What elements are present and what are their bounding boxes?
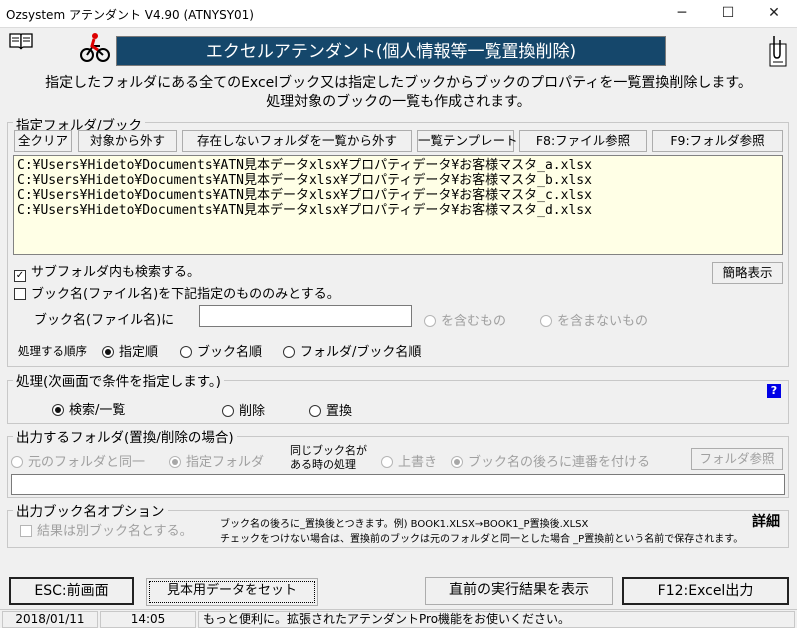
- bookname-only-checkbox[interactable]: ブック名(ファイル名)を下記指定のもののみとする。: [14, 283, 340, 302]
- folder-reference-button[interactable]: フォルダ参照: [691, 448, 783, 470]
- process-search-radio[interactable]: 検索/一覧: [52, 399, 125, 418]
- overwrite-label: 上書き: [398, 455, 438, 470]
- radio-circle: [222, 405, 234, 417]
- subfolder-checkbox[interactable]: ✓ サブフォルダ内も検索する。: [14, 261, 200, 282]
- f9-folder-reference-button[interactable]: F9:フォルダ参照: [652, 130, 783, 152]
- bookname-field-label: ブック名(ファイル名)に: [34, 313, 175, 328]
- sample-data-button[interactable]: 見本用データをセット: [146, 578, 318, 606]
- status-bar: 2018/01/11 14:05 もっと便利に。拡張されたアテンダントPro機能…: [0, 609, 797, 628]
- paperclip-icon[interactable]: [764, 34, 790, 70]
- radio-circle: [169, 456, 181, 468]
- order-option-label: 指定順: [119, 345, 159, 360]
- process-delete-radio[interactable]: 削除: [222, 400, 265, 419]
- radio-circle: [102, 346, 114, 358]
- radio-circle: [424, 315, 436, 327]
- book-icon[interactable]: [8, 31, 34, 51]
- radio-circle: [451, 456, 463, 468]
- bookname-only-label: ブック名(ファイル名)を下記指定のもののみとする。: [31, 287, 340, 302]
- radio-circle: [180, 346, 192, 358]
- bookname-note-1: ブック名の後ろに_置換後とつきます。例) BOOK1.XLSX→BOOK1_P置…: [220, 519, 589, 530]
- list-template-button[interactable]: 一覧テンプレート: [417, 130, 518, 152]
- suffix-radio[interactable]: ブック名の後ろに連番を付ける: [451, 451, 650, 470]
- order-option-label: フォルダ/ブック名順: [300, 345, 422, 360]
- subfolder-label: サブフォルダ内も検索する。: [31, 265, 201, 280]
- order-label: 処理する順序: [18, 344, 87, 358]
- list-item[interactable]: C:¥Users¥Hideto¥Documents¥ATN見本データxlsx¥プ…: [17, 158, 779, 173]
- status-message: もっと便利に。拡張されたアテンダントPro機能をお使いください。: [198, 611, 795, 628]
- same-name-line: 同じブック名が: [290, 444, 367, 457]
- status-date: 2018/01/11: [2, 611, 98, 628]
- same-name-label: 同じブック名が ある時の処理: [290, 444, 367, 472]
- f8-file-reference-button[interactable]: F8:ファイル参照: [519, 130, 647, 152]
- output-folder-input[interactable]: [11, 474, 785, 495]
- same-name-line: ある時の処理: [290, 458, 356, 471]
- bicycle-rider-icon: [80, 33, 110, 62]
- esc-previous-button[interactable]: ESC:前画面: [9, 577, 134, 605]
- window-title: Ozsystem アテンダント V4.90 (ATNYSY01): [6, 8, 254, 22]
- checkbox-box: [20, 525, 32, 537]
- simple-view-button[interactable]: 簡略表示: [712, 262, 783, 284]
- overwrite-radio[interactable]: 上書き: [381, 451, 437, 470]
- bookname-input[interactable]: [199, 305, 412, 327]
- order-specified-radio[interactable]: 指定順: [102, 341, 158, 360]
- specified-folder-label: 指定フォルダ: [186, 455, 265, 470]
- remove-missing-folders-button[interactable]: 存在しないフォルダを一覧から外す: [182, 130, 412, 152]
- bookname-option-legend: 出力ブック名オプション: [13, 500, 168, 520]
- process-replace-radio[interactable]: 置換: [309, 400, 352, 419]
- clear-all-button[interactable]: 全クリア: [14, 130, 72, 152]
- radio-circle: [381, 456, 393, 468]
- radio-circle: [309, 405, 321, 417]
- process-option-label: 検索/一覧: [69, 403, 126, 418]
- radio-circle: [52, 404, 64, 416]
- target-file-list[interactable]: C:¥Users¥Hideto¥Documents¥ATN見本データxlsx¥プ…: [13, 155, 783, 255]
- close-button[interactable]: ✕: [751, 0, 797, 28]
- order-option-label: ブック名順: [197, 345, 263, 360]
- radio-circle: [283, 346, 295, 358]
- last-result-button[interactable]: 直前の実行結果を表示: [425, 577, 613, 605]
- help-icon[interactable]: ?: [767, 384, 781, 398]
- process-legend: 処理(次画面で条件を指定します。): [13, 370, 224, 390]
- page-title: エクセルアテンダント(個人情報等一覧置換削除): [116, 36, 666, 66]
- description-line-2: 処理対象のブックの一覧も作成されます。: [266, 94, 531, 110]
- order-folder-bookname-radio[interactable]: フォルダ/ブック名順: [283, 341, 421, 360]
- output-folder-legend: 出力するフォルダ(置換/削除の場合): [13, 426, 237, 446]
- title-bar: Ozsystem アテンダント V4.90 (ATNYSY01) ─ ☐ ✕: [0, 0, 797, 28]
- not-contains-label: を含まないもの: [557, 314, 649, 329]
- list-item[interactable]: C:¥Users¥Hideto¥Documents¥ATN見本データxlsx¥プ…: [17, 203, 779, 218]
- maximize-button[interactable]: ☐: [705, 0, 751, 28]
- contains-label: を含むもの: [441, 314, 507, 329]
- specified-folder-radio[interactable]: 指定フォルダ: [169, 451, 264, 470]
- check-icon: ✓: [14, 270, 26, 282]
- process-option-label: 削除: [239, 404, 266, 419]
- status-time: 14:05: [100, 611, 196, 628]
- checkbox-box: [14, 288, 26, 300]
- same-folder-label: 元のフォルダと同一: [28, 455, 146, 470]
- same-folder-radio[interactable]: 元のフォルダと同一: [11, 451, 145, 470]
- separate-bookname-label: 結果は別ブック名とする。: [37, 524, 193, 539]
- suffix-label: ブック名の後ろに連番を付ける: [468, 455, 651, 470]
- f12-excel-output-button[interactable]: F12:Excel出力: [622, 577, 789, 605]
- list-item[interactable]: C:¥Users¥Hideto¥Documents¥ATN見本データxlsx¥プ…: [17, 173, 779, 188]
- process-option-label: 置換: [326, 404, 353, 419]
- minimize-button[interactable]: ─: [659, 0, 705, 28]
- detail-link[interactable]: 詳細: [752, 511, 780, 531]
- remove-from-target-button[interactable]: 対象から外す: [78, 130, 177, 152]
- contains-radio[interactable]: を含むもの: [424, 310, 506, 329]
- bookname-note-2: チェックをつけない場合は、置換前のブックは元のフォルダと同一とした場合 _P置換…: [220, 534, 744, 545]
- description-line-1: 指定したフォルダにある全てのExcelブック又は指定したブックからブックのプロパ…: [45, 75, 752, 91]
- radio-circle: [540, 315, 552, 327]
- order-bookname-radio[interactable]: ブック名順: [180, 341, 262, 360]
- radio-circle: [11, 456, 23, 468]
- not-contains-radio[interactable]: を含まないもの: [540, 310, 648, 329]
- separate-bookname-checkbox[interactable]: 結果は別ブック名とする。: [20, 520, 193, 539]
- list-item[interactable]: C:¥Users¥Hideto¥Documents¥ATN見本データxlsx¥プ…: [17, 188, 779, 203]
